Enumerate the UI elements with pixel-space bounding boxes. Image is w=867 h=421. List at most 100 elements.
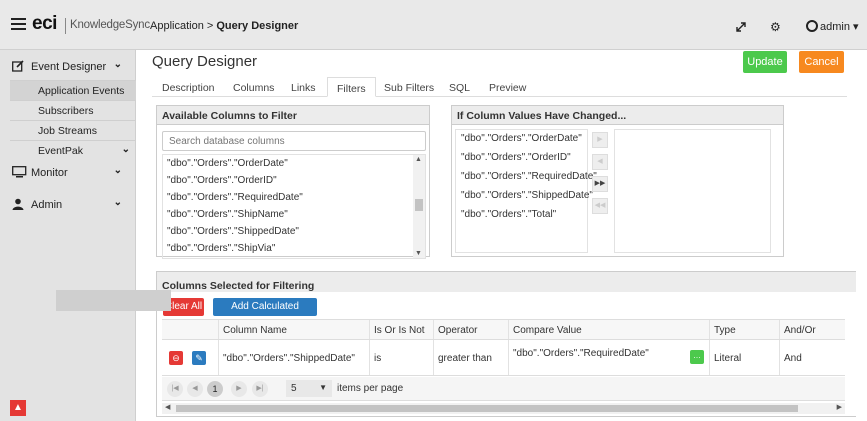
grid-header-is-or-is-not[interactable]: Is Or Is Not xyxy=(369,320,433,339)
list-item[interactable]: "dbo"."Orders"."ShipName" xyxy=(163,206,425,223)
list-item[interactable]: "dbo"."Orders"."Total" xyxy=(456,206,587,225)
gear-icon[interactable]: ⚙ xyxy=(770,20,781,34)
edit-icon[interactable]: ✎ xyxy=(192,351,206,365)
cell-type[interactable]: Literal xyxy=(709,340,779,375)
changed-source-list[interactable]: "dbo"."Orders"."OrderDate" "dbo"."Orders… xyxy=(455,129,597,253)
cell-is-or-is-not[interactable]: is xyxy=(369,340,433,375)
list-item[interactable]: "dbo"."Orders"."OrderDate" xyxy=(163,155,425,172)
tab-description[interactable]: Description xyxy=(162,77,215,97)
sidebar-item-application-events[interactable]: Application Events xyxy=(10,80,136,100)
items-per-page-label: items per page xyxy=(337,383,404,394)
sidebar-item-subscribers[interactable]: Subscribers xyxy=(10,100,136,120)
sidebar-event-designer[interactable]: Event Designer ⌄ xyxy=(0,55,136,77)
chevron-down-icon: ⌄ xyxy=(121,144,130,155)
pager: |◀ ◀ 1 ▶ ▶| 5 ▼ items per page xyxy=(162,377,845,401)
chevron-down-icon: ▼ xyxy=(319,383,327,392)
monitor-icon xyxy=(12,166,27,181)
chevron-up-icon[interactable]: ▲ xyxy=(10,400,26,416)
sidebar-monitor[interactable]: Monitor ⌄ xyxy=(0,161,136,183)
grid-header-column-name[interactable]: Column Name xyxy=(218,320,369,339)
sidebar-item-job-streams[interactable]: Job Streams xyxy=(10,120,136,140)
update-button[interactable]: Update xyxy=(743,51,787,73)
tab-columns[interactable]: Columns xyxy=(233,77,274,97)
scroll-up-icon[interactable]: ▲ xyxy=(415,156,422,163)
move-all-left-icon[interactable]: ◀◀ xyxy=(592,198,608,214)
user-name: admin xyxy=(820,21,850,33)
scroll-right-icon[interactable]: ▶ xyxy=(837,403,842,411)
scroll-down-icon[interactable]: ▼ xyxy=(415,250,422,257)
move-all-right-icon[interactable]: ▶▶ xyxy=(592,176,608,192)
page-number-current[interactable]: 1 xyxy=(207,381,223,397)
next-page-icon[interactable]: ▶ xyxy=(231,381,247,397)
grid-header-actions xyxy=(162,320,218,339)
logo-brand: eci xyxy=(32,13,57,34)
tab-filters[interactable]: Filters xyxy=(327,77,376,97)
scroll-left-icon[interactable]: ◀ xyxy=(165,403,170,411)
list-item[interactable]: "dbo"."Orders"."OrderID" xyxy=(163,172,425,189)
tab-sql[interactable]: SQL xyxy=(449,77,470,97)
cell-and-or[interactable]: And xyxy=(779,340,845,375)
drag-overlay xyxy=(56,290,171,311)
person-icon xyxy=(12,198,24,213)
available-columns-panel: Available Columns to Filter "dbo"."Order… xyxy=(156,105,430,259)
available-columns-title: Available Columns to Filter xyxy=(157,106,429,125)
compare-value-text: "dbo"."Orders"."RequiredDate" xyxy=(513,348,649,359)
expand-icon[interactable] xyxy=(736,22,746,32)
cancel-button[interactable]: Cancel xyxy=(799,51,844,73)
scroll-thumb[interactable] xyxy=(415,199,423,211)
list-item[interactable]: "dbo"."Orders"."OrderID" xyxy=(456,149,587,168)
grid-header-and-or[interactable]: And/Or xyxy=(779,320,845,339)
search-columns-input[interactable] xyxy=(162,131,426,151)
list-item[interactable]: "dbo"."Orders"."ShipVia" xyxy=(163,240,425,257)
sidebar: Event Designer ⌄ Application Events Subs… xyxy=(0,50,136,421)
hamburger-menu-icon[interactable] xyxy=(11,18,26,30)
scroll-thumb[interactable] xyxy=(176,405,798,412)
cell-compare-value[interactable]: "dbo"."Orders"."RequiredDate" … xyxy=(508,340,709,375)
breadcrumb: Application > Query Designer xyxy=(150,20,298,32)
list-item[interactable]: "dbo"."Orders"."OrderDate" xyxy=(456,130,587,149)
move-left-icon[interactable]: ◀ xyxy=(592,154,608,170)
horizontal-scrollbar[interactable]: ◀ ▶ xyxy=(162,403,845,414)
sidebar-event-designer-label: Event Designer xyxy=(31,61,107,73)
breadcrumb-separator: > xyxy=(203,20,217,32)
logo-product: KnowledgeSync xyxy=(70,19,150,31)
vertical-scrollbar[interactable]: ▲ ▼ xyxy=(413,155,425,258)
breadcrumb-app[interactable]: Application xyxy=(150,20,204,32)
tab-bar: Description Columns Links Filters Sub Fi… xyxy=(152,77,847,97)
grid-header-operator[interactable]: Operator xyxy=(433,320,508,339)
user-icon[interactable] xyxy=(806,20,818,32)
sidebar-item-label: EventPak xyxy=(38,145,83,157)
first-page-icon[interactable]: |◀ xyxy=(167,381,183,397)
changed-target-list[interactable] xyxy=(614,129,771,253)
tab-sub-filters[interactable]: Sub Filters xyxy=(384,77,434,97)
last-page-icon[interactable]: ▶| xyxy=(252,381,268,397)
page-size-select[interactable]: 5 ▼ xyxy=(286,380,332,397)
list-item[interactable]: "dbo"."Orders"."RequiredDate" xyxy=(163,189,425,206)
row-actions: ⊖ ✎ xyxy=(162,340,218,375)
tab-links[interactable]: Links xyxy=(291,77,316,97)
grid-header: Column Name Is Or Is Not Operator Compar… xyxy=(162,320,845,340)
sidebar-item-eventpak[interactable]: EventPak ⌄ xyxy=(10,140,136,160)
add-calculated-column-button[interactable]: Add Calculated Column xyxy=(213,298,317,330)
page-size-value: 5 xyxy=(291,383,297,394)
sidebar-admin-label: Admin xyxy=(31,199,63,211)
columns-selected-title: Columns Selected for Filtering xyxy=(157,272,856,292)
list-item[interactable]: "dbo"."Orders"."ShippedDate" xyxy=(163,223,425,240)
move-right-icon[interactable]: ▶ xyxy=(592,132,608,148)
chevron-down-icon: ⌄ xyxy=(113,59,122,70)
grid-header-type[interactable]: Type xyxy=(709,320,779,339)
edit-icon xyxy=(12,60,25,75)
sidebar-item-label: Job Streams xyxy=(38,125,97,137)
remove-icon[interactable]: ⊖ xyxy=(169,351,183,365)
grid-header-compare-value[interactable]: Compare Value xyxy=(508,320,709,339)
tab-preview[interactable]: Preview xyxy=(489,77,526,97)
more-options-button[interactable]: … xyxy=(690,350,704,364)
list-item[interactable]: "dbo"."Orders"."ShippedDate" xyxy=(456,187,593,206)
cell-operator[interactable]: greater than xyxy=(433,340,508,375)
sidebar-admin[interactable]: Admin ⌄ xyxy=(0,193,136,215)
sidebar-item-label: Application Events xyxy=(38,85,125,97)
user-menu[interactable]: admin ▾ xyxy=(820,20,859,33)
list-item[interactable]: "dbo"."Orders"."RequiredDate" xyxy=(456,168,597,187)
available-columns-list[interactable]: "dbo"."Orders"."OrderDate" "dbo"."Orders… xyxy=(162,154,426,259)
prev-page-icon[interactable]: ◀ xyxy=(187,381,203,397)
